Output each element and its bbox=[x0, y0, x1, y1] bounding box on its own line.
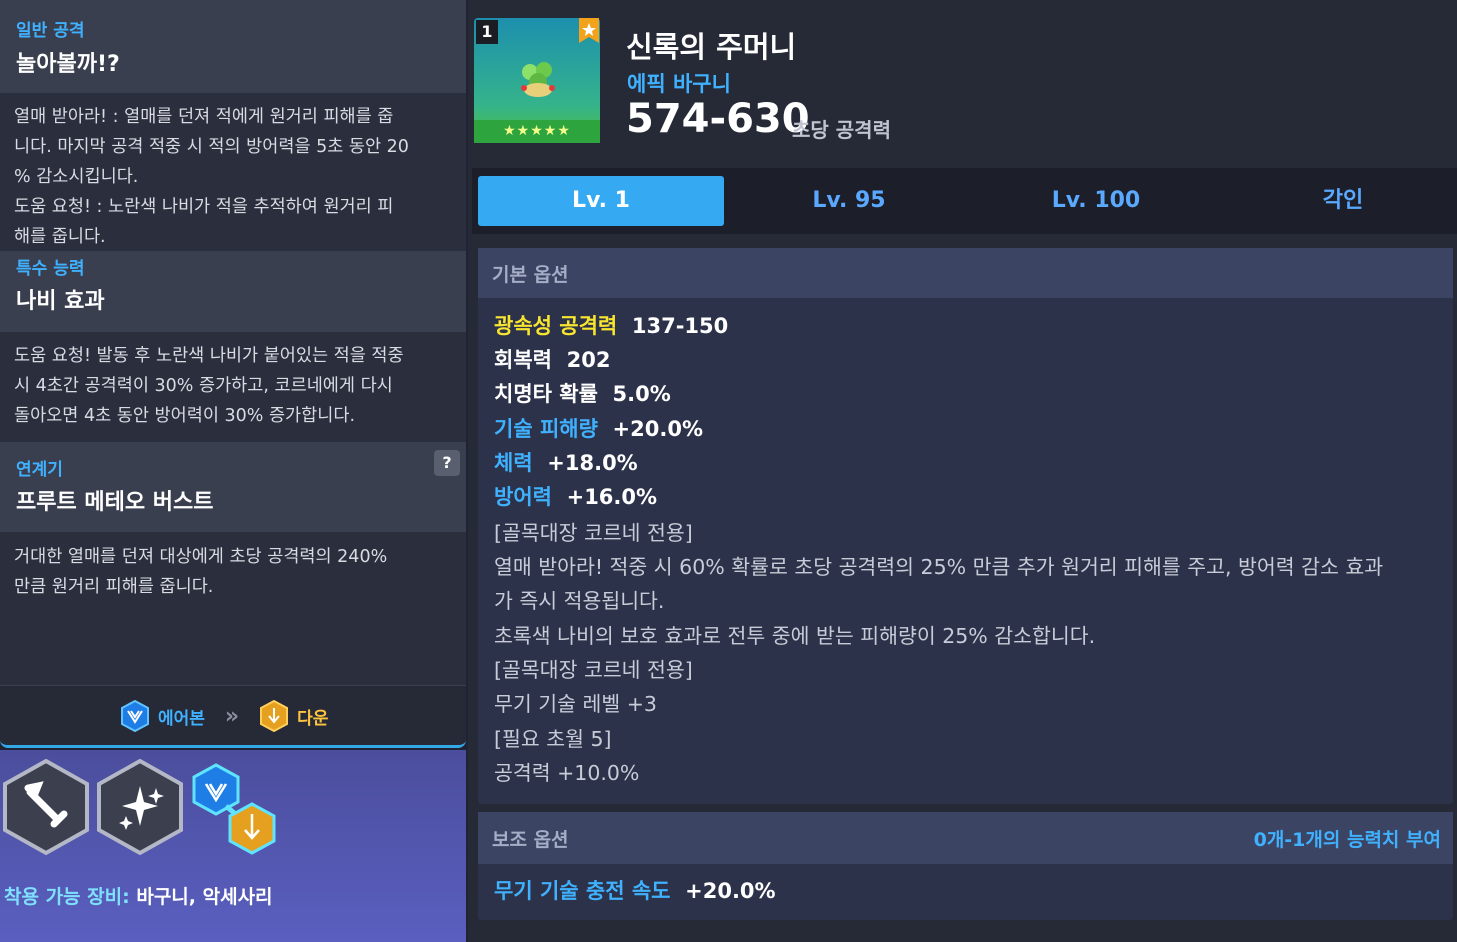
sub-options-note: 0개-1개의 능력치 부여 bbox=[1253, 829, 1441, 851]
special-ability-icon[interactable] bbox=[96, 758, 184, 856]
chain-skill-desc: 거대한 열매를 던져 대상에게 초당 공격력의 240% 만큼 원거리 피해를 … bbox=[14, 542, 460, 602]
stat-row: 치명타 확률 5.0% bbox=[494, 378, 671, 408]
normal-attack-title: 놀아볼까!? bbox=[16, 52, 120, 77]
option-line: 열매 받아라! 적중 시 60% 확률로 초당 공격력의 25% 만큼 추가 원… bbox=[494, 555, 1384, 579]
special-ability-title: 나비 효과 bbox=[16, 289, 105, 314]
skill-icons-area bbox=[0, 750, 466, 942]
slot-number-badge: 1 bbox=[476, 20, 498, 44]
option-line: [필요 초월 5] bbox=[494, 727, 612, 751]
equippable-gear: 착용 가능 장비: 바구니, 악세사리 bbox=[4, 882, 273, 909]
option-line: [골목대장 코르네 전용] bbox=[494, 521, 693, 545]
tab-lv-95[interactable]: Lv. 95 bbox=[726, 176, 972, 226]
tab-lv-1[interactable]: Lv. 1 bbox=[478, 176, 724, 226]
sub-options-title: 보조 옵션 bbox=[492, 829, 569, 851]
desc-line: 도움 요청! 발동 후 노란색 나비가 붙어있는 적을 적중 bbox=[14, 346, 404, 366]
normal-attack-label: 일반 공격 bbox=[16, 21, 85, 41]
option-line: 공격력 +10.0% bbox=[494, 761, 640, 785]
stat-value: +20.0% bbox=[612, 417, 703, 441]
help-button[interactable]: ? bbox=[434, 450, 460, 476]
desc-line: % 감소시킵니다. bbox=[14, 167, 139, 187]
normal-attack-desc: 열매 받아라! : 열매를 던져 적에게 원거리 피해를 줍 니다. 마지막 공… bbox=[14, 102, 460, 252]
stat-value: +16.0% bbox=[566, 485, 658, 509]
stat-key: 회복력 bbox=[494, 348, 552, 372]
stat-key: 광속성 공격력 bbox=[494, 314, 618, 338]
sub-options-header: 보조 옵션 0개-1개의 능력치 부여 bbox=[478, 812, 1453, 864]
chain-skill-label: 연계기 bbox=[16, 460, 63, 480]
chevron-double-right-icon: » bbox=[224, 703, 240, 729]
stat-value: 202 bbox=[566, 348, 611, 372]
equippable-value: 바구니, 악세사리 bbox=[129, 886, 273, 908]
stat-row: 체력 +18.0% bbox=[494, 447, 638, 477]
normal-attack-icon[interactable] bbox=[2, 758, 90, 856]
desc-line: 도움 요청! : 노란색 나비가 적을 추적하여 원거리 피 bbox=[14, 197, 394, 217]
equippable-label: 착용 가능 장비: bbox=[4, 886, 130, 908]
bookmark-icon[interactable] bbox=[578, 18, 600, 44]
stat-row: 광속성 공격력 137-150 bbox=[494, 310, 728, 340]
desc-line: 열매 받아라! : 열매를 던져 적에게 원거리 피해를 줍 bbox=[14, 107, 394, 127]
down-icon bbox=[260, 700, 289, 732]
desc-line: 해를 줍니다. bbox=[14, 227, 106, 247]
desc-line: 니다. 마지막 공격 적중 시 적의 방어력을 5초 동안 20 bbox=[14, 137, 409, 157]
stat-row: 회복력 202 bbox=[494, 344, 610, 374]
stat-row: 방어력 +16.0% bbox=[494, 481, 657, 511]
clover-pouch-icon bbox=[521, 62, 555, 97]
stat-value: 137-150 bbox=[631, 314, 729, 338]
skill-panel: 일반 공격 놀아볼까!? 열매 받아라! : 열매를 던져 적에게 원거리 피해… bbox=[0, 0, 466, 942]
airborne-label: 에어본 bbox=[158, 708, 205, 729]
basic-options-header: 기본 옵션 bbox=[478, 248, 1453, 298]
skill-info-card: 일반 공격 놀아볼까!? 열매 받아라! : 열매를 던져 적에게 원거리 피해… bbox=[0, 0, 466, 748]
attack-label: 초당 공격력 bbox=[792, 118, 891, 142]
level-tabs: Lv. 1 Lv. 95 Lv. 100 각인 bbox=[472, 168, 1457, 234]
option-line: 초록색 나비의 보호 효과로 전투 중에 받는 피해량이 25% 감소합니다. bbox=[494, 624, 1096, 648]
item-type: 에픽 바구니 bbox=[627, 72, 731, 96]
desc-line: 거대한 열매를 던져 대상에게 초당 공격력의 240% bbox=[14, 547, 388, 567]
option-line: 가 즉시 적용됩니다. bbox=[494, 589, 665, 613]
star-rating: ★★★★★ bbox=[474, 120, 600, 143]
airborne-icon bbox=[121, 700, 149, 732]
special-ability-desc: 도움 요청! 발동 후 노란색 나비가 붙어있는 적을 적중 시 4초간 공격력… bbox=[14, 341, 460, 431]
desc-line: 돌아오면 4초 동안 방어력이 30% 증가합니다. bbox=[14, 406, 356, 426]
stat-value: +20.0% bbox=[685, 879, 776, 903]
special-ability-label: 특수 능력 bbox=[16, 259, 85, 279]
option-line: 무기 기술 레벨 +3 bbox=[494, 692, 657, 716]
item-name: 신록의 주머니 bbox=[626, 30, 797, 64]
stat-key: 무기 기술 충전 속도 bbox=[494, 879, 671, 903]
chain-flow: 에어본 » 다운 bbox=[120, 700, 328, 732]
attack-value: 574-630 bbox=[626, 96, 810, 142]
stat-key: 치명타 확률 bbox=[494, 382, 598, 406]
stat-value: 5.0% bbox=[612, 382, 671, 406]
stat-row: 기술 피해량 +20.0% bbox=[494, 413, 703, 443]
down-label: 다운 bbox=[297, 708, 329, 729]
stat-value: +18.0% bbox=[547, 451, 638, 475]
chain-skill-icon[interactable] bbox=[190, 762, 280, 858]
option-line: [골목대장 코르네 전용] bbox=[494, 658, 693, 682]
stat-key: 방어력 bbox=[494, 485, 552, 509]
stat-key: 기술 피해량 bbox=[494, 417, 598, 441]
tab-engrave[interactable]: 각인 bbox=[1220, 176, 1457, 226]
desc-line: 만큼 원거리 피해를 줍니다. bbox=[14, 577, 214, 597]
stat-key: 체력 bbox=[494, 451, 533, 475]
chain-skill-title: 프루트 메테오 버스트 bbox=[16, 490, 214, 515]
desc-line: 시 4초간 공격력이 30% 증가하고, 코르네에게 다시 bbox=[14, 376, 393, 396]
tab-lv-100[interactable]: Lv. 100 bbox=[973, 176, 1219, 226]
sub-stat-row: 무기 기술 충전 속도 +20.0% bbox=[494, 875, 776, 905]
